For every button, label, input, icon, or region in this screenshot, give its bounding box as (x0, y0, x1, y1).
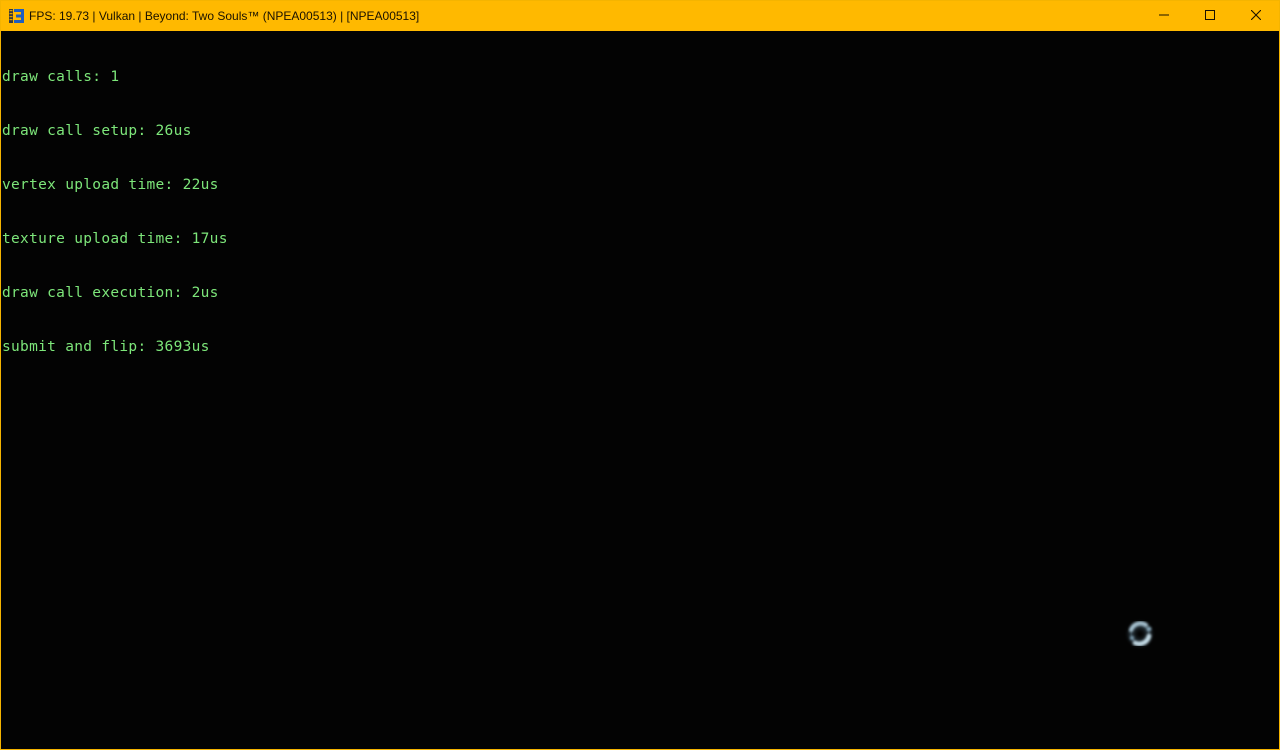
game-viewport[interactable]: draw calls: 1 draw call setup: 26us vert… (1, 31, 1279, 749)
maximize-button[interactable] (1187, 1, 1233, 31)
overlay-draw-call-execution: draw call execution: 2us (2, 285, 219, 301)
rpcs3-app-icon (9, 9, 25, 23)
close-icon (1250, 7, 1262, 25)
performance-overlay: draw calls: 1 draw call setup: 26us vert… (2, 32, 228, 392)
window-title: FPS: 19.73 | Vulkan | Beyond: Two Souls™… (29, 9, 420, 23)
overlay-vertex-upload-time: vertex upload time: 22us (2, 177, 219, 193)
minimize-button[interactable] (1141, 1, 1187, 31)
overlay-texture-upload-time: texture upload time: 17us (2, 231, 228, 247)
minimize-icon (1159, 7, 1169, 25)
overlay-draw-calls: draw calls: 1 (2, 69, 120, 85)
game-window: FPS: 19.73 | Vulkan | Beyond: Two Souls™… (0, 0, 1280, 750)
overlay-draw-call-setup: draw call setup: 26us (2, 123, 192, 139)
close-button[interactable] (1233, 1, 1279, 31)
overlay-submit-and-flip: submit and flip: 3693us (2, 339, 210, 355)
maximize-icon (1205, 7, 1215, 25)
loading-spinner-icon (1122, 616, 1158, 652)
title-bar[interactable]: FPS: 19.73 | Vulkan | Beyond: Two Souls™… (1, 1, 1279, 31)
